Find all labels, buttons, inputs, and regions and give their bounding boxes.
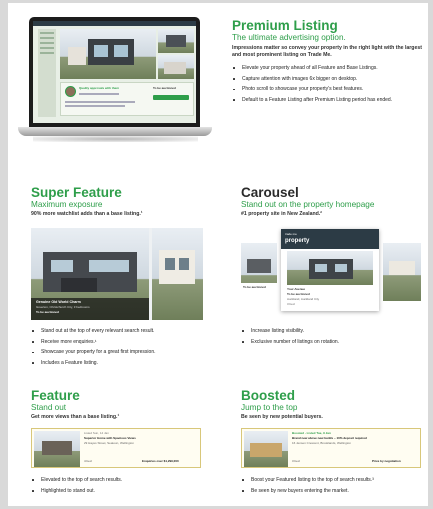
boosted-card-price: Price by negotiation: [372, 459, 401, 463]
boosted-bullet: Be seen by new buyers entering the marke…: [241, 488, 426, 494]
carousel-subtitle: Stand out on the property homepage: [241, 200, 375, 209]
laptop-base: [18, 127, 212, 136]
boosted-bullet: Boost your Featured listing to the top o…: [241, 477, 426, 483]
brochure-page: Quality approvals with them To be auctio…: [8, 3, 428, 506]
carousel-bullets: Increase listing visibility. Exclusive n…: [241, 328, 426, 349]
carousel-lead: #1 property site in New Zealand.²: [241, 211, 323, 217]
boosted-card-photo: [244, 431, 288, 467]
premium-bullet: Default to a Feature Listing after Premi…: [232, 97, 426, 103]
boosted-section: Boosted Jump to the top Be seen by new p…: [241, 389, 426, 421]
carousel-bullet: Exclusive number of listings on rotation…: [241, 339, 426, 345]
listing-page-preview: Quality approvals with them To be auctio…: [33, 21, 196, 123]
carousel-title: Carousel: [241, 185, 299, 200]
carousel-main-card: trade me property Your Avenue To be auct…: [281, 229, 379, 311]
carousel-side-card-right: [383, 243, 421, 301]
premium-section: Premium Listing The ultimate advertising…: [232, 19, 426, 108]
feature-bullet: Highlighted to stand out.: [31, 488, 226, 494]
carousel-header: trade me property: [281, 229, 379, 249]
boosted-lead: Be seen by new potential buyers.: [241, 414, 323, 420]
agent-panel: Quality approvals with them To be auctio…: [60, 82, 194, 116]
premium-bullet: Capture attention with images 6x bigger …: [232, 76, 426, 82]
carousel-main-photo: [287, 251, 373, 285]
premium-title: Premium Listing: [232, 18, 338, 33]
feature-card-price: Enquiries over $1,299,000: [142, 459, 179, 463]
super-bullets: Stand out at the top of every relevant s…: [31, 328, 226, 371]
feature-bullet: Elevated to the top of search results.: [31, 477, 226, 483]
carousel-card-meta: 3 bed: [287, 302, 295, 306]
thumb-photo-1: [158, 29, 194, 53]
boosted-subtitle: Jump to the top: [241, 403, 298, 412]
carousel-logo-big: property: [285, 238, 310, 244]
carousel-section: Carousel Stand out on the property homep…: [241, 186, 426, 218]
boosted-bullets: Boost your Featured listing to the top o…: [241, 477, 426, 498]
super-bullet: Stand out at the top of every relevant s…: [31, 328, 226, 334]
sidebar-panel: [38, 29, 56, 117]
boosted-title: Boosted: [241, 388, 295, 403]
super-bullet: Showcase your property for a great first…: [31, 349, 226, 355]
laptop-shadow: [33, 136, 198, 142]
feature-subtitle: Stand out: [31, 403, 67, 412]
photo-caption-price: To be auctioned: [36, 310, 59, 314]
carousel-logo-small: trade me: [285, 232, 297, 236]
super-subtitle: Maximum exposure: [31, 200, 103, 209]
photo-caption-bar: Genuine Old World Charm Greerton, Christ…: [31, 298, 149, 320]
agent-avatar: [65, 86, 76, 97]
premium-bullet: Photo scroll to showcase your property's…: [232, 86, 426, 92]
boosted-card-location: 16 Jensen Crescent, Brooklands, Wellingt…: [292, 441, 351, 445]
boosted-listing-card: Boosted · Listed Tue, 9 Jan Brand new ab…: [241, 428, 421, 468]
premium-bullets: Elevate your property ahead of all Featu…: [232, 65, 426, 103]
thumb-photo-2: [158, 55, 194, 79]
feature-card-photo: [34, 431, 80, 467]
laptop-screen: Quality approvals with them To be auctio…: [29, 17, 200, 127]
boosted-card-meta: 3 bed: [292, 459, 300, 463]
super-bullet: Includes a Feature listing.: [31, 360, 226, 366]
carousel-mockup: To be auctioned trade me property Your A…: [241, 229, 421, 313]
premium-bullet: Elevate your property ahead of all Featu…: [232, 65, 426, 71]
feature-listing-card: Listed Sun, 14 Jan Superior Home with Sp…: [31, 428, 201, 468]
screen-price-label: To be auctioned: [153, 86, 176, 90]
feature-section: Feature Stand out Get more views than a …: [31, 389, 231, 421]
premium-subtitle: The ultimate advertising option.: [232, 33, 346, 42]
feature-card-location: 29 Hayes Street, Seatoun, Wellington: [84, 441, 134, 445]
feature-card-meta: 4 bed: [84, 459, 92, 463]
screen-cta-button: [153, 95, 189, 100]
super-feature-photo: Genuine Old World Charm Greerton, Christ…: [31, 228, 203, 320]
super-title: Super Feature: [31, 185, 122, 200]
carousel-side-card-left: To be auctioned: [241, 243, 277, 301]
agent-text: Quality approvals with them: [79, 86, 120, 90]
carousel-left-price: To be auctioned: [243, 285, 266, 289]
site-header-bar: [33, 21, 196, 26]
super-lead: 90% more watchlist adds than a base list…: [31, 211, 143, 217]
premium-hero-photo: [60, 29, 156, 79]
super-bullet: Receive more enquiries.¹: [31, 339, 226, 345]
feature-title: Feature: [31, 388, 80, 403]
super-feature-section: Super Feature Maximum exposure 90% more …: [31, 186, 231, 218]
premium-lead: Impressions matter so convey your proper…: [232, 45, 422, 58]
feature-lead: Get more views than a base listing.¹: [31, 414, 120, 420]
carousel-bullet: Increase listing visibility.: [241, 328, 426, 334]
feature-bullets: Elevated to the top of search results. H…: [31, 477, 226, 498]
